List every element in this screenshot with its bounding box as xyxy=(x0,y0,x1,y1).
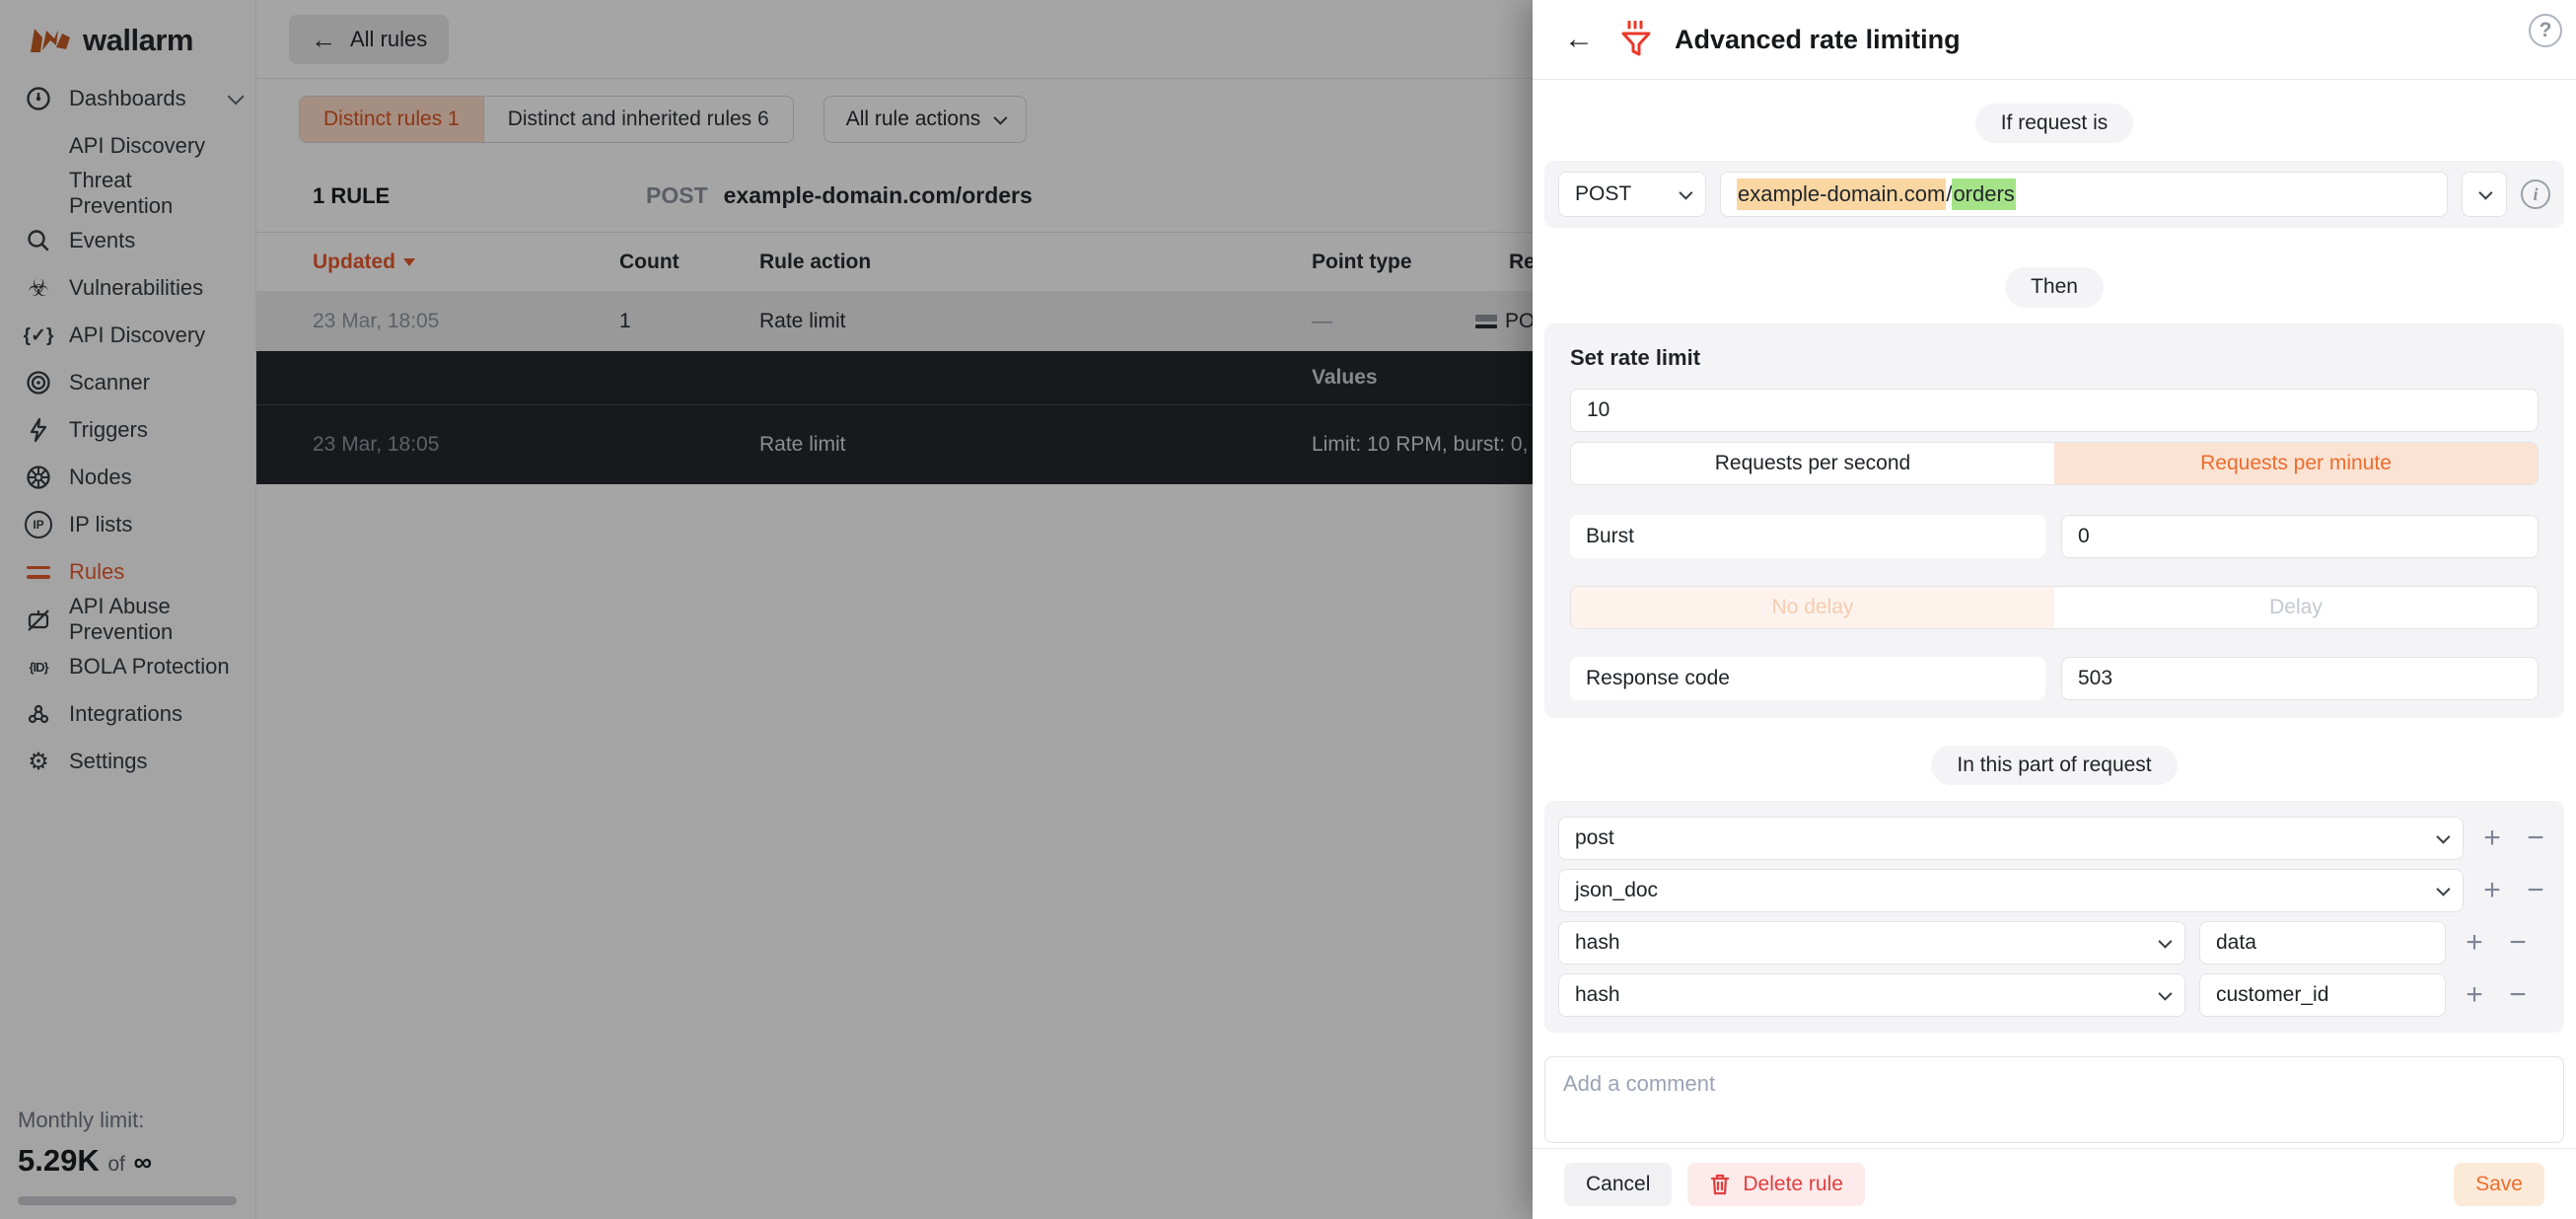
request-parts-card: post + − json_doc + − hash xyxy=(1544,801,2564,1033)
part-select-value: json_doc xyxy=(1575,879,1658,902)
cancel-button[interactable]: Cancel xyxy=(1564,1163,1672,1206)
if-request-is-pill: If request is xyxy=(1975,104,2134,143)
part-select-hash-1[interactable]: hash xyxy=(1558,921,2185,965)
rate-limit-heading: Set rate limit xyxy=(1570,345,2539,371)
comment-textarea[interactable] xyxy=(1544,1056,2564,1143)
add-part-icon[interactable]: + xyxy=(2460,928,2489,958)
rate-limit-card: Set rate limit Requests per second Reque… xyxy=(1544,323,2564,718)
request-part-row: hash + − xyxy=(1558,973,2550,1017)
chevron-down-icon xyxy=(1679,186,1692,200)
help-icon[interactable]: ? xyxy=(2529,14,2562,47)
chevron-down-icon xyxy=(2436,829,2450,843)
panel-title: Advanced rate limiting xyxy=(1675,25,1961,55)
rate-unit-toggle: Requests per second Requests per minute xyxy=(1570,442,2539,485)
chevron-down-icon xyxy=(2158,934,2172,948)
add-part-icon[interactable]: + xyxy=(2477,876,2507,905)
part-select-value: post xyxy=(1575,826,1614,850)
part-select-post[interactable]: post xyxy=(1558,817,2464,860)
info-icon[interactable]: i xyxy=(2521,179,2550,209)
add-part-icon[interactable]: + xyxy=(2477,824,2507,853)
burst-row: Burst xyxy=(1570,515,2539,558)
then-pill: Then xyxy=(2005,267,2104,307)
chevron-down-icon xyxy=(2158,986,2172,1000)
expand-condition-button[interactable] xyxy=(2462,172,2507,217)
request-part-row: post + − xyxy=(1558,817,2550,860)
uri-host-highlight: example-domain.com xyxy=(1737,179,1946,210)
delay-toggle: No delay Delay xyxy=(1570,586,2539,629)
requests-per-second-option[interactable]: Requests per second xyxy=(1571,443,2054,484)
burst-label: Burst xyxy=(1570,515,2045,558)
part-select-value: hash xyxy=(1575,931,1620,955)
condition-row: POST example-domain.com/orders i xyxy=(1544,161,2564,228)
rate-limit-value-input[interactable] xyxy=(1570,389,2539,432)
request-part-row: json_doc + − xyxy=(1558,869,2550,912)
panel-footer: Cancel Delete rule Save xyxy=(1533,1148,2576,1219)
add-part-icon[interactable]: + xyxy=(2460,980,2489,1010)
burst-input[interactable] xyxy=(2061,515,2539,558)
back-arrow-icon[interactable]: ← xyxy=(1564,25,1594,54)
no-delay-option[interactable]: No delay xyxy=(1571,587,2054,628)
requests-per-minute-option[interactable]: Requests per minute xyxy=(2054,443,2538,484)
remove-part-icon[interactable]: − xyxy=(2521,824,2550,853)
response-code-row: Response code xyxy=(1570,657,2539,700)
part-select-json-doc[interactable]: json_doc xyxy=(1558,869,2464,912)
rate-limit-funnel-icon xyxy=(1619,21,1653,58)
uri-path-highlight: orders xyxy=(1952,179,2015,210)
save-button[interactable]: Save xyxy=(2454,1163,2544,1206)
method-select[interactable]: POST xyxy=(1558,172,1706,217)
chevron-down-icon xyxy=(2478,186,2492,200)
response-code-input[interactable] xyxy=(2061,657,2539,700)
delete-rule-label: Delete rule xyxy=(1743,1173,1843,1196)
request-part-row: hash + − xyxy=(1558,921,2550,965)
remove-part-icon[interactable]: − xyxy=(2503,928,2533,958)
part-key-input[interactable] xyxy=(2199,921,2446,965)
advanced-rate-limiting-panel: ← Advanced rate limiting ? If request is… xyxy=(1533,0,2576,1219)
remove-part-icon[interactable]: − xyxy=(2503,980,2533,1010)
delete-rule-button[interactable]: Delete rule xyxy=(1687,1163,1865,1206)
in-this-part-pill: In this part of request xyxy=(1931,746,2177,785)
trash-icon xyxy=(1709,1173,1731,1196)
part-key-input[interactable] xyxy=(2199,973,2446,1017)
uri-input[interactable]: example-domain.com/orders xyxy=(1720,172,2448,217)
part-select-hash-2[interactable]: hash xyxy=(1558,973,2185,1017)
chevron-down-icon xyxy=(2436,882,2450,896)
panel-header: ← Advanced rate limiting ? xyxy=(1533,0,2576,80)
remove-part-icon[interactable]: − xyxy=(2521,876,2550,905)
method-select-value: POST xyxy=(1575,182,1631,206)
modal-dim-overlay xyxy=(0,0,1533,1219)
panel-body: If request is POST example-domain.com/or… xyxy=(1533,80,2576,1148)
part-select-value: hash xyxy=(1575,983,1620,1007)
response-code-label: Response code xyxy=(1570,657,2045,700)
delay-option[interactable]: Delay xyxy=(2054,587,2538,628)
comment-section xyxy=(1544,1056,2564,1148)
